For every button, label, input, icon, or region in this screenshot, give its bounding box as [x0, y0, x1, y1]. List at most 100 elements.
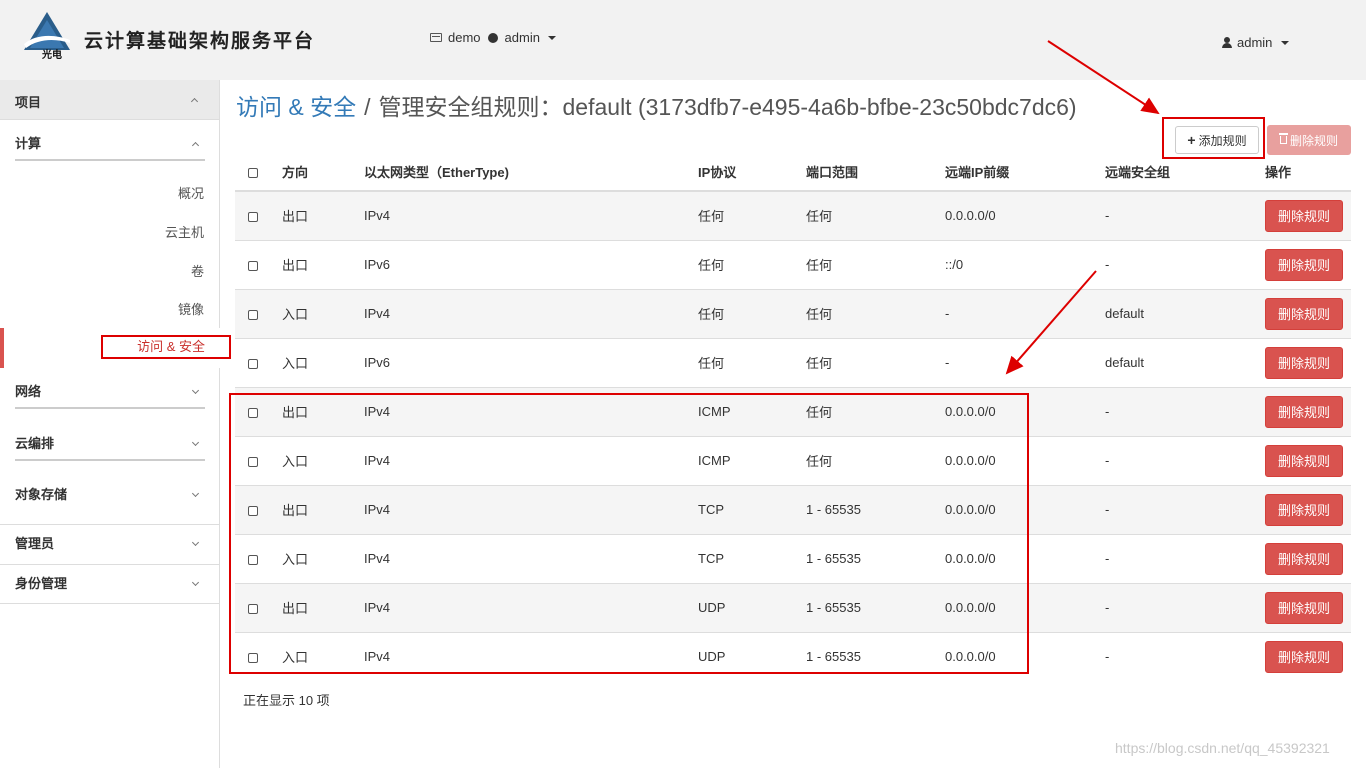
divider — [15, 459, 205, 461]
sidebar-item-instances[interactable]: 云主机 — [165, 222, 204, 241]
delete-rule-button[interactable]: 删除规则 — [1265, 444, 1343, 477]
cell-remote-group: default — [1105, 337, 1265, 387]
cell-port-range: 任何 — [806, 288, 945, 338]
sidebar-item-label: 云编排 — [15, 436, 55, 451]
sidebar-item-admin[interactable]: 管理员 — [0, 524, 220, 564]
cell-direction: 出口 — [282, 582, 364, 632]
watermark: https://blog.csdn.net/qq_45392321 — [1115, 740, 1330, 756]
cell-port-range: 1 - 65535 — [806, 631, 945, 681]
delete-rules-button[interactable]: 删除规则 — [1267, 125, 1351, 155]
cell-ip-prefix: 0.0.0.0/0 — [945, 582, 1105, 632]
sidebar-item-object-store[interactable]: 对象存储 — [0, 475, 220, 515]
row-select-checkbox[interactable] — [248, 211, 258, 222]
cell-ip-prefix: 0.0.0.0/0 — [945, 435, 1105, 485]
sidebar-item-overview[interactable]: 概况 — [178, 183, 204, 202]
project-context-dropdown[interactable]: demo admin — [430, 30, 556, 45]
row-select-checkbox[interactable] — [248, 603, 258, 614]
sidebar-item-orchestration[interactable]: 云编排 — [0, 424, 220, 464]
cell-port-range: 任何 — [806, 190, 945, 240]
delete-rule-button[interactable]: 删除规则 — [1265, 542, 1343, 575]
sidebar-item-access-security[interactable]: 访问 & 安全 — [101, 335, 231, 359]
sidebar-item-network[interactable]: 网络 — [0, 372, 220, 412]
cell-remote-group: - — [1105, 386, 1265, 436]
delete-rule-button[interactable]: 删除规则 — [1265, 297, 1343, 330]
table-body: 出口 IPv4 任何 任何 0.0.0.0/0- 删除规则 出口 IPv6 任何 任何::/0- 删… — [235, 190, 1351, 681]
delete-rule-button[interactable]: 删除规则 — [1265, 346, 1343, 379]
delete-rule-button[interactable]: 删除规则 — [1265, 640, 1343, 673]
delete-rule-button[interactable]: 删除规则 — [1265, 493, 1343, 526]
row-select-checkbox[interactable] — [248, 456, 258, 467]
select-all-checkbox[interactable] — [248, 167, 258, 178]
chevron-down-icon — [191, 438, 200, 447]
row-actions-cell: 删除规则 — [1265, 631, 1351, 681]
row-select-checkbox[interactable] — [248, 505, 258, 516]
cell-direction: 出口 — [282, 484, 364, 534]
row-actions-cell: 删除规则 — [1265, 239, 1351, 289]
chevron-up-icon — [190, 97, 199, 106]
row-select-checkbox[interactable] — [248, 554, 258, 565]
cell-port-range: 任何 — [806, 386, 945, 436]
sidebar-section-object-store: 对象存储 — [0, 475, 220, 515]
chevron-up-icon — [191, 141, 200, 150]
table-row: 出口 IPv4 UDP 1 - 65535 0.0.0.0/0- 删除规则 — [235, 582, 1351, 632]
table-row: 入口 IPv4 任何 任何 - default 删除规则 — [235, 288, 1351, 338]
user-menu-dropdown[interactable]: admin — [1222, 35, 1290, 50]
column-header-port-range[interactable]: 端口范围 — [806, 153, 945, 192]
delete-rule-button[interactable]: 删除规则 — [1265, 395, 1343, 428]
cell-ethertype: IPv6 — [364, 337, 698, 387]
cell-ethertype: IPv4 — [364, 288, 698, 338]
cell-ip-prefix: - — [945, 288, 1105, 338]
table-header-row: 方向 以太网类型（EtherType) IP协议 端口范围 远端IP前缀 远端安… — [235, 153, 1351, 192]
column-header-ethertype[interactable]: 以太网类型（EtherType) — [364, 153, 698, 192]
cell-port-range: 任何 — [806, 435, 945, 485]
row-select-cell — [235, 190, 282, 240]
column-header-protocol[interactable]: IP协议 — [698, 153, 806, 192]
project-user: admin — [504, 30, 540, 45]
cell-direction: 入口 — [282, 337, 364, 387]
cell-ethertype: IPv4 — [364, 484, 698, 534]
delete-rule-button[interactable]: 删除规则 — [1265, 591, 1343, 624]
cell-ethertype: IPv4 — [364, 582, 698, 632]
row-select-checkbox[interactable] — [248, 358, 258, 369]
row-select-checkbox[interactable] — [248, 407, 258, 418]
brand-title: 云计算基础架构服务平台 — [84, 30, 316, 52]
row-select-cell — [235, 386, 282, 436]
column-header-ip-prefix[interactable]: 远端IP前缀 — [945, 153, 1105, 192]
cell-ethertype: IPv4 — [364, 386, 698, 436]
sidebar-item-project[interactable]: 项目 — [0, 80, 219, 120]
cell-protocol: TCP — [698, 484, 806, 534]
row-actions-cell: 删除规则 — [1265, 533, 1351, 583]
cell-remote-group: default — [1105, 288, 1265, 338]
row-select-cell — [235, 288, 282, 338]
sidebar-item-label: 对象存储 — [15, 487, 68, 502]
row-actions-cell: 删除规则 — [1265, 582, 1351, 632]
delete-rule-button[interactable]: 删除规则 — [1265, 248, 1343, 281]
row-select-checkbox[interactable] — [248, 652, 258, 663]
column-header-direction[interactable]: 方向 — [282, 153, 364, 192]
cell-remote-group: - — [1105, 190, 1265, 240]
cell-ethertype: IPv4 — [364, 533, 698, 583]
cell-port-range: 任何 — [806, 337, 945, 387]
cell-port-range: 1 - 65535 — [806, 533, 945, 583]
breadcrumb-access-security[interactable]: 访问 & 安全 — [236, 94, 356, 120]
row-select-checkbox[interactable] — [248, 309, 258, 320]
cell-remote-group: - — [1105, 239, 1265, 289]
table-row: 入口 IPv4 UDP 1 - 65535 0.0.0.0/0- 删除规则 — [235, 631, 1351, 681]
cell-protocol: ICMP — [698, 386, 806, 436]
sidebar-item-compute[interactable]: 计算 — [0, 124, 220, 164]
delete-rule-button[interactable]: 删除规则 — [1265, 199, 1343, 232]
cell-ip-prefix: 0.0.0.0/0 — [945, 190, 1105, 240]
sidebar-item-identity[interactable]: 身份管理 — [0, 564, 220, 604]
row-select-checkbox[interactable] — [248, 260, 258, 271]
sidebar-item-volumes[interactable]: 卷 — [191, 261, 204, 280]
cell-protocol: UDP — [698, 631, 806, 681]
cell-protocol: 任何 — [698, 337, 806, 387]
cell-ip-prefix: 0.0.0.0/0 — [945, 484, 1105, 534]
row-count-text: 正在显示 10 项 — [243, 693, 330, 708]
sidebar-item-images[interactable]: 镜像 — [178, 299, 204, 318]
caret-down-icon — [547, 35, 556, 40]
row-select-cell — [235, 582, 282, 632]
row-select-cell — [235, 239, 282, 289]
column-header-remote-group[interactable]: 远端安全组 — [1105, 153, 1265, 192]
row-select-cell — [235, 631, 282, 681]
